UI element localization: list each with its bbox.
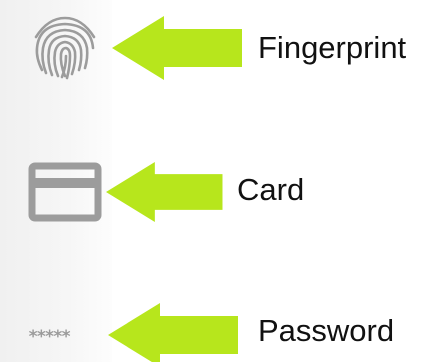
- card-label[interactable]: Card: [237, 172, 304, 208]
- fingerprint-label[interactable]: Fingerprint: [258, 30, 406, 66]
- fingerprint-icon[interactable]: [28, 12, 102, 84]
- password-label[interactable]: Password: [258, 313, 394, 349]
- arrow-icon: [112, 16, 242, 80]
- fingerprint-option-row: Fingerprint: [0, 8, 445, 88]
- card-option-row: Card: [0, 152, 445, 232]
- arrow-icon: [106, 161, 223, 223]
- password-icon[interactable]: *****: [28, 327, 71, 347]
- password-option-row: ***** Password: [0, 295, 445, 362]
- card-icon[interactable]: [28, 156, 102, 228]
- arrow-icon: [108, 303, 238, 362]
